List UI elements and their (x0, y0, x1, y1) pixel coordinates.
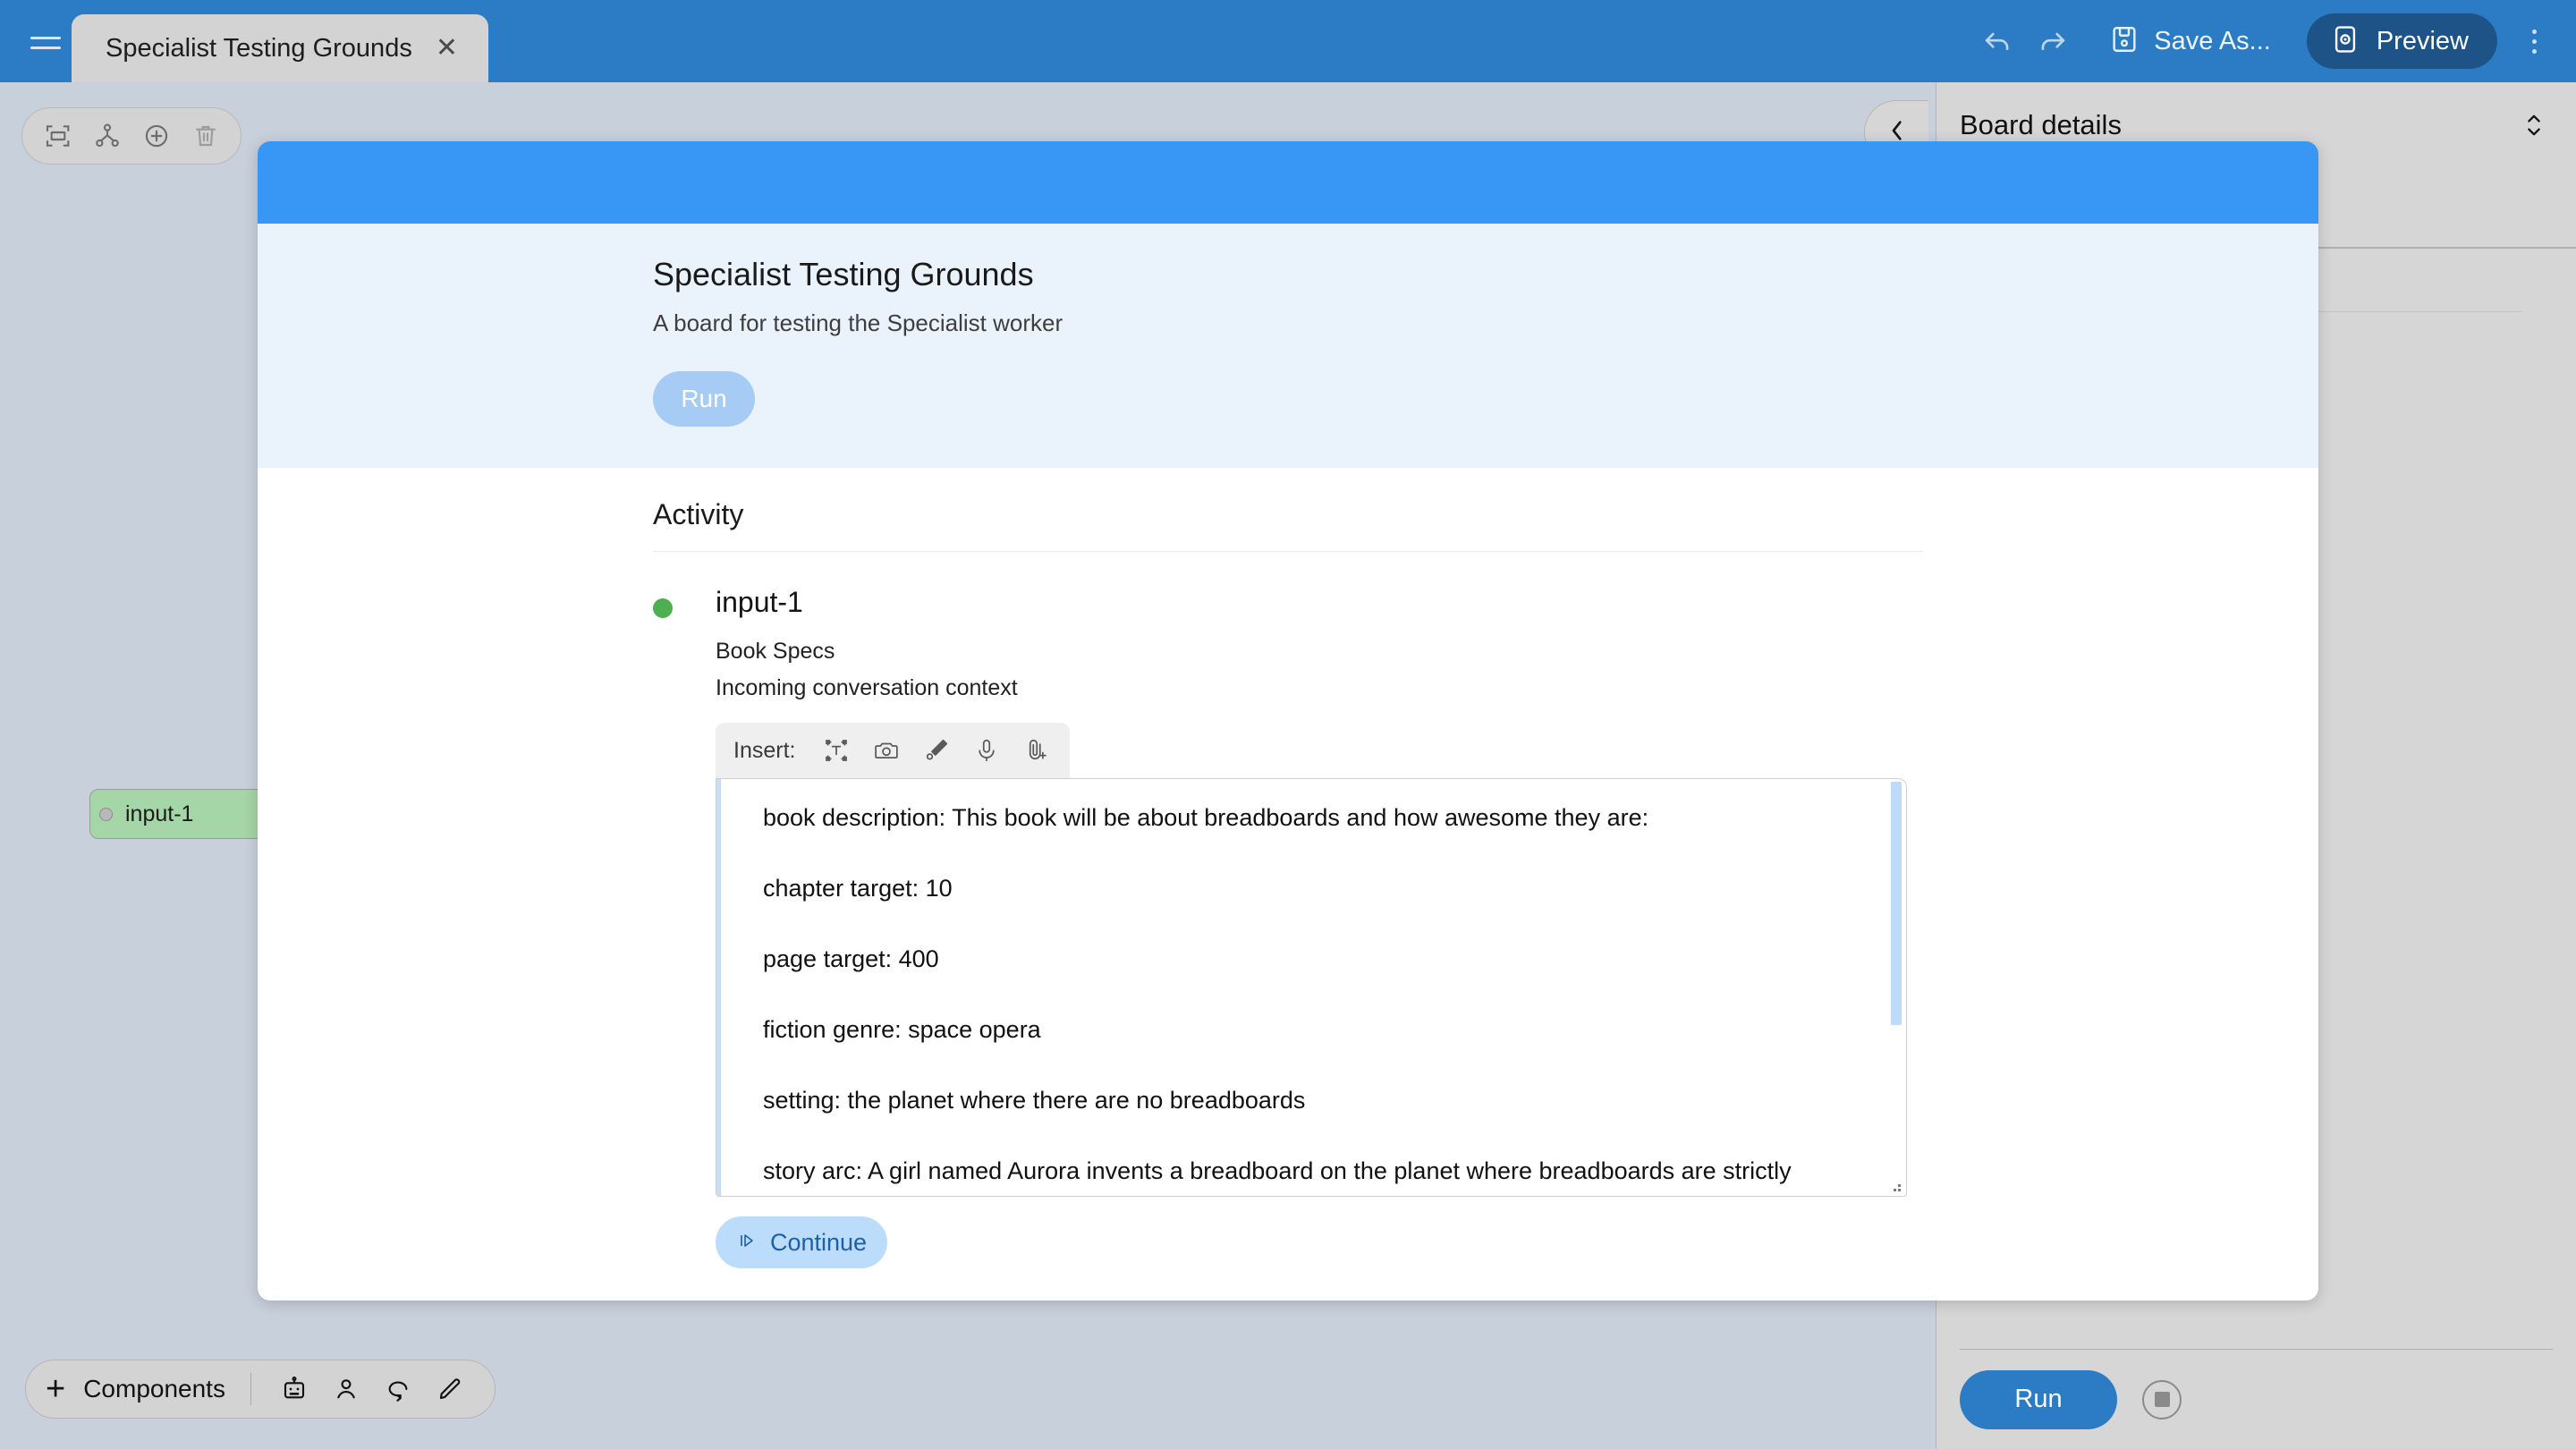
redo-icon[interactable] (2025, 13, 2080, 69)
fit-to-screen-icon[interactable] (38, 115, 79, 157)
text-box-icon[interactable] (820, 733, 851, 768)
insert-toolbar: Insert: (716, 723, 1070, 778)
app-root: Specialist Testing Grounds ✕ Save As... … (0, 0, 2576, 1449)
plus-icon[interactable]: + (46, 1372, 65, 1406)
attachment-plus-icon[interactable] (1021, 733, 1052, 768)
person-icon[interactable] (325, 1368, 368, 1411)
activity-item-title: Book Specs (716, 639, 835, 664)
add-circle-icon[interactable] (136, 115, 177, 157)
activity-item-name: input-1 (716, 586, 803, 618)
hamburger-icon[interactable] (20, 23, 72, 63)
save-disk-icon (2109, 24, 2140, 59)
status-dot-icon (653, 598, 673, 618)
activity-item: input-1 Book Specs Incoming conversation… (653, 586, 2318, 1268)
modal-banner (258, 141, 2318, 224)
text-area-scrollbar[interactable] (1891, 779, 1904, 1196)
run-button[interactable]: Run (1960, 1369, 2117, 1429)
grip-dot (1898, 1189, 1901, 1191)
board-details-footer: Run (1936, 1350, 2576, 1449)
modal-subtitle: A board for testing the Specialist worke… (653, 309, 1063, 336)
board-run-modal: Specialist Testing Grounds A board for t… (258, 141, 2318, 1301)
grip-dot (1898, 1184, 1901, 1187)
resize-grip-icon[interactable] (1892, 1182, 1901, 1191)
kebab-dot (2531, 38, 2537, 44)
draw-pen-icon[interactable] (921, 733, 952, 768)
canvas-toolbar (21, 107, 242, 165)
activity-item-description: Incoming conversation context (716, 675, 1018, 700)
save-as-label: Save As... (2154, 26, 2271, 55)
divider (250, 1373, 251, 1405)
canvas-node-input-1[interactable]: input-1 (89, 789, 274, 839)
close-icon[interactable]: ✕ (436, 35, 458, 62)
text-area-scroll-thumb[interactable] (1891, 782, 1902, 1025)
modal-body: Activity input-1 Book Specs Incoming con… (258, 468, 2318, 1268)
kebab-dot (2531, 29, 2537, 34)
trash-icon[interactable] (185, 115, 226, 157)
loop-comment-icon[interactable] (377, 1368, 419, 1411)
modal-title: Specialist Testing Grounds (653, 256, 1034, 292)
board-tab[interactable]: Specialist Testing Grounds ✕ (72, 14, 488, 82)
preview-label: Preview (2376, 26, 2469, 55)
text-line: book description: This book will be abou… (763, 804, 1649, 831)
modal-run-button[interactable]: Run (653, 371, 755, 427)
text-line: setting: the planet where there are no b… (763, 1087, 1306, 1114)
text-line: fiction genre: space opera (763, 1016, 1041, 1043)
preview-eye-icon (2330, 24, 2360, 59)
components-icon-group (273, 1368, 471, 1411)
components-bar[interactable]: + Components (25, 1360, 496, 1419)
text-line: story arc: A girl named Aurora invents a… (763, 1157, 1792, 1184)
hamburger-line (30, 47, 61, 49)
board-tab-label: Specialist Testing Grounds (106, 33, 412, 63)
undo-icon[interactable] (1970, 13, 2025, 69)
camera-icon[interactable] (871, 733, 902, 768)
preview-button[interactable]: Preview (2306, 13, 2497, 69)
text-accent-bar (716, 779, 721, 1196)
board-details-title: Board details (1960, 109, 2122, 140)
node-input-port[interactable] (99, 807, 113, 821)
text-line: chapter target: 10 (763, 875, 953, 902)
node-label: input-1 (125, 801, 194, 826)
robot-icon[interactable] (273, 1368, 316, 1411)
hierarchy-graph-icon[interactable] (87, 115, 128, 157)
stop-square-glyph (2154, 1392, 2170, 1407)
stop-square-icon[interactable] (2142, 1379, 2182, 1419)
pencil-icon[interactable] (428, 1368, 471, 1411)
save-as-button[interactable]: Save As... (2100, 24, 2284, 59)
top-bar-actions: Save As... Preview (1970, 0, 2558, 82)
activity-heading: Activity (653, 498, 744, 530)
microphone-icon[interactable] (971, 733, 1002, 768)
insert-label: Insert: (733, 737, 796, 763)
play-step-icon (736, 1230, 758, 1256)
chevron-up-down-icon[interactable] (2517, 105, 2551, 146)
continue-button[interactable]: Continue (716, 1216, 887, 1268)
conversation-text-area[interactable]: book description: This book will be abou… (716, 778, 1907, 1197)
activity-item-body: input-1 Book Specs Incoming conversation… (716, 586, 1907, 1268)
grip-dot (1894, 1189, 1896, 1191)
modal-header: Specialist Testing Grounds A board for t… (258, 224, 2318, 468)
hamburger-line (30, 37, 61, 39)
top-bar: Specialist Testing Grounds ✕ Save As... … (0, 0, 2576, 82)
conversation-text-content: book description: This book will be abou… (716, 779, 1906, 1183)
text-line: page target: 400 (763, 945, 939, 972)
kebab-dot (2531, 48, 2537, 54)
activity-divider (653, 551, 1923, 552)
components-label: Components (83, 1375, 225, 1402)
continue-label: Continue (769, 1228, 868, 1256)
kebab-menu-icon[interactable] (2510, 13, 2558, 69)
